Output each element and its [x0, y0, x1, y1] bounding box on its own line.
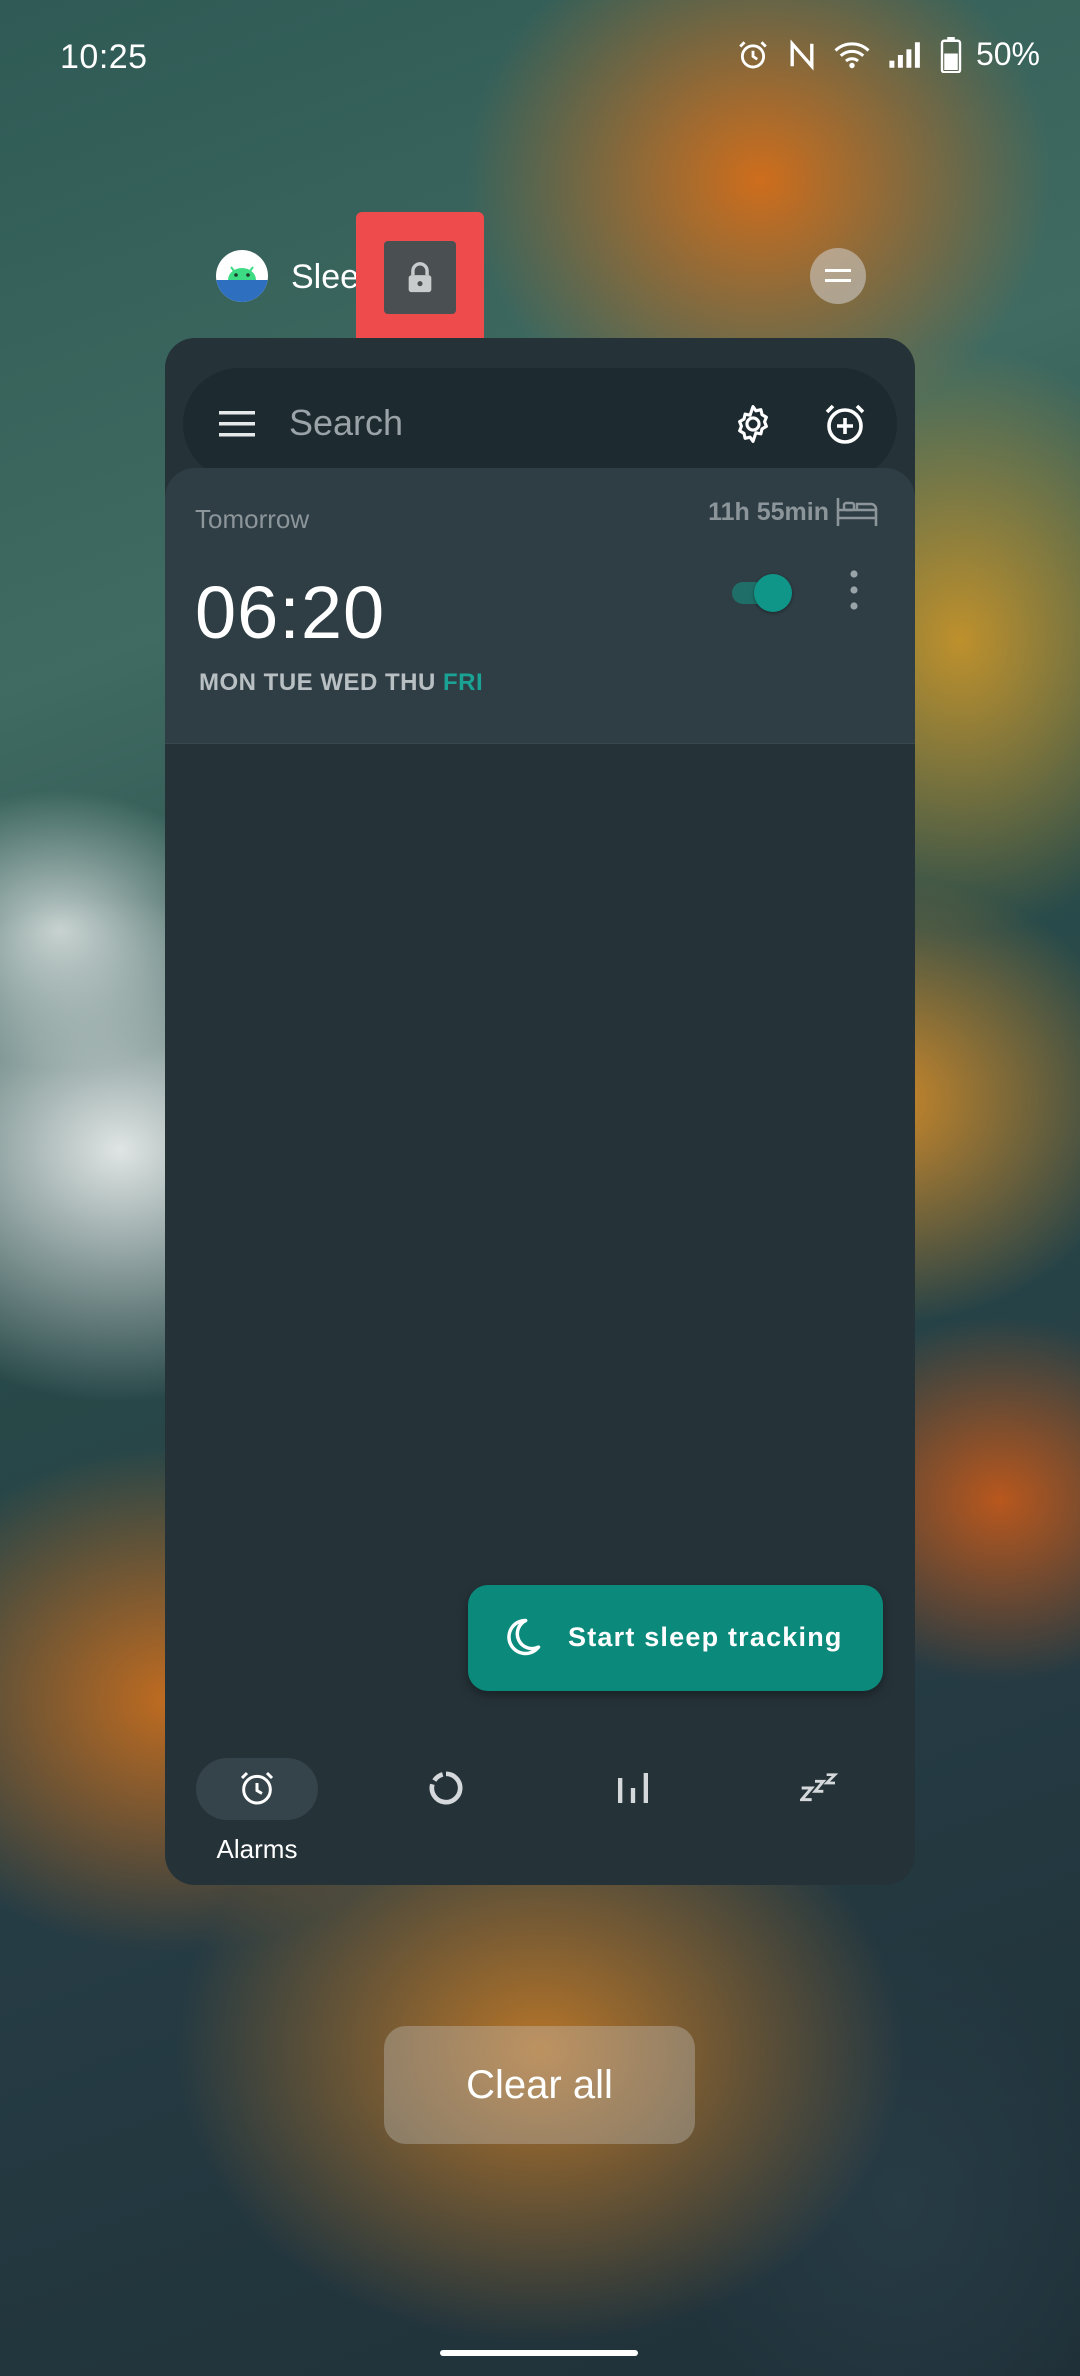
gear-icon[interactable] [731, 402, 775, 446]
alarm-clock-icon [240, 1771, 274, 1805]
alarm-time[interactable]: 06:20 [195, 570, 385, 655]
alarm-item[interactable]: Tomorrow 11h 55min 06:20 MON TUE WED THU… [165, 468, 915, 744]
alarm-time-remaining: 11h 55min [708, 498, 829, 526]
status-icons: 50% [736, 36, 1040, 73]
search-bar[interactable]: Search [183, 368, 897, 480]
android-icon[interactable] [216, 250, 268, 302]
signal-icon [889, 41, 920, 68]
alarm-when-label: Tomorrow [195, 504, 310, 534]
fab-label: Start sleep tracking [568, 1622, 843, 1652]
lock-icon [408, 261, 432, 292]
menu-icon [825, 269, 851, 282]
lock-button[interactable] [384, 241, 456, 314]
nav-sleep[interactable] [759, 1748, 881, 1868]
zzz-icon [800, 1773, 839, 1802]
hamburger-icon[interactable] [217, 406, 257, 442]
battery-percent: 50% [975, 36, 1040, 72]
nav-alarms[interactable]: Alarms [196, 1748, 318, 1868]
add-alarm-icon[interactable] [821, 400, 869, 448]
start-sleep-tracking-button[interactable]: Start sleep tracking [468, 1585, 883, 1691]
toggle-thumb [754, 574, 792, 612]
clear-all-button[interactable]: Clear all [384, 2026, 695, 2144]
search-input[interactable]: Search [289, 402, 403, 444]
more-vert-icon[interactable] [848, 568, 860, 612]
recents-app-header: Slee [0, 212, 1080, 344]
bottom-nav: Alarms [165, 1748, 915, 1868]
alarm-days-inactive: MON TUE WED THU [199, 669, 436, 696]
nfc-icon [790, 38, 814, 71]
alarm-toggle[interactable] [730, 570, 794, 612]
progress-ring-icon [429, 1771, 463, 1805]
wifi-icon [834, 42, 870, 68]
alarm-days-active: FRI [442, 669, 484, 696]
bar-chart-icon [618, 1773, 648, 1803]
alarm-days: MON TUE WED THU FRI [199, 669, 483, 697]
app-window-card[interactable]: Search Tomorrow 11h 55min 06:20 MON TUE … [165, 338, 915, 1885]
battery-icon [940, 36, 962, 73]
app-name: Slee [291, 258, 360, 296]
app-menu-button[interactable] [810, 248, 866, 304]
moon-icon [507, 1618, 541, 1656]
nav-alarms-label: Alarms [216, 1834, 298, 1864]
status-time: 10:25 [60, 38, 148, 76]
nav-statistics[interactable] [572, 1748, 694, 1868]
status-bar: 10:25 50% [0, 0, 1080, 118]
bed-icon [836, 498, 878, 526]
alarm-icon [739, 40, 767, 68]
home-indicator[interactable] [440, 2350, 638, 2356]
nav-tracking[interactable] [385, 1748, 507, 1868]
